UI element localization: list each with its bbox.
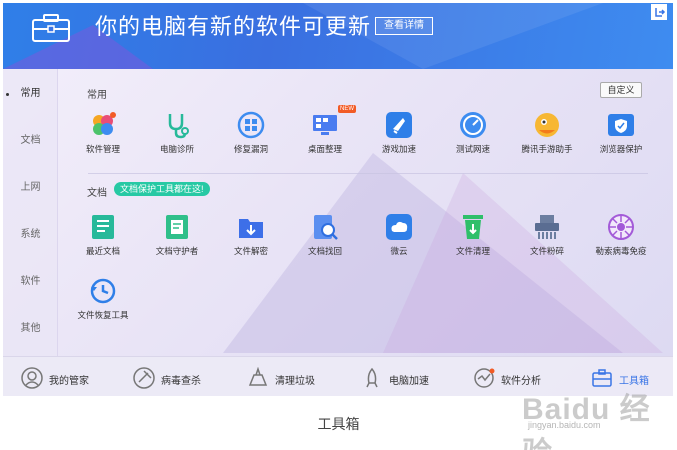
speedometer-icon xyxy=(460,112,486,138)
file-decrypt-icon xyxy=(239,219,263,238)
software-manager-icon xyxy=(93,112,116,135)
file-restore-icon xyxy=(90,278,116,304)
tool-doc-guardian[interactable]: 文档守护者 xyxy=(142,213,212,263)
tool-desktop-organize[interactable]: NEW 桌面整理 xyxy=(290,105,360,161)
section-title-common: 常用 xyxy=(87,90,107,101)
tool-file-clean[interactable]: 文件清理 xyxy=(438,213,508,263)
mobile-game-icon xyxy=(535,113,559,137)
tool-file-restore[interactable]: 文件恢复工具 xyxy=(68,277,138,327)
doc-guardian-icon xyxy=(166,215,188,239)
tool-weiyun[interactable]: 微云 xyxy=(364,213,434,263)
sidebar-item-internet[interactable]: 上网 xyxy=(3,178,58,198)
file-shredder-icon xyxy=(535,215,559,239)
sidebar-item-software[interactable]: 软件 xyxy=(3,272,58,292)
docs-tip-badge: 文档保护工具都在这! xyxy=(114,182,210,196)
sidebar-item-docs[interactable]: 文档 xyxy=(3,131,58,151)
new-badge: NEW xyxy=(338,105,356,113)
windows-repair-icon xyxy=(237,111,265,139)
category-sidebar: 常用 文档 上网 系统 软件 其他 xyxy=(3,69,58,356)
section-title-docs: 文档 xyxy=(87,188,107,199)
baidu-watermark: Baidu 经验 xyxy=(522,393,651,450)
ransomware-immunity-icon xyxy=(608,214,634,240)
app-window: 你的电脑有新的软件可更新 查看详情 常用 文档 上网 系统 软件 其他 常用 自… xyxy=(3,3,673,396)
tool-game-boost[interactable]: 游戏加速 xyxy=(364,111,434,161)
doc-recover-icon xyxy=(314,215,338,240)
stethoscope-icon xyxy=(168,114,189,139)
tool-ransomware-immunity[interactable]: 勒索病毒免疫 xyxy=(586,213,656,263)
tool-file-decrypt[interactable]: 文件解密 xyxy=(216,213,286,263)
desktop-organize-icon xyxy=(313,115,337,135)
watermark-url: jingyan.baidu.com xyxy=(528,420,601,430)
software-analysis-icon xyxy=(474,368,495,388)
customize-button[interactable]: 自定义 xyxy=(600,82,642,98)
toolbox-icon xyxy=(32,14,70,42)
update-title: 你的电脑有新的软件可更新 xyxy=(95,14,372,39)
view-details-button[interactable]: 查看详情 xyxy=(375,17,433,35)
game-boost-icon xyxy=(386,112,412,138)
tool-doc-recover[interactable]: 文档找回 xyxy=(290,213,360,263)
my-manager-icon xyxy=(21,367,43,389)
weiyun-icon xyxy=(386,214,412,240)
update-banner: 你的电脑有新的软件可更新 查看详情 xyxy=(3,3,673,69)
tool-pc-clinic[interactable]: 电脑诊所 xyxy=(142,111,212,161)
tool-mobile-game-assistant[interactable]: 腾讯手游助手 xyxy=(512,111,582,161)
cleanup-icon xyxy=(248,367,268,386)
rocket-icon xyxy=(366,367,378,388)
sidebar-item-system[interactable]: 系统 xyxy=(3,225,58,245)
tool-browser-protect[interactable]: 浏览器保护 xyxy=(586,111,656,161)
recent-docs-icon xyxy=(92,215,114,239)
tool-fix-vulnerabilities[interactable]: 修复漏洞 xyxy=(216,111,286,161)
sidebar-item-other[interactable]: 其他 xyxy=(3,319,58,339)
tool-speed-test[interactable]: 测试网速 xyxy=(438,111,508,161)
tool-software-manager[interactable]: 软件管理 xyxy=(68,111,138,161)
file-clean-icon xyxy=(463,215,483,239)
tool-recent-docs[interactable]: 最近文档 xyxy=(68,213,138,263)
virus-scan-icon xyxy=(133,367,155,389)
tool-file-shredder[interactable]: 文件粉碎 xyxy=(512,213,582,263)
browser-shield-icon xyxy=(608,114,634,136)
exit-icon[interactable] xyxy=(650,3,668,21)
sidebar-item-common[interactable]: 常用 xyxy=(3,84,58,104)
